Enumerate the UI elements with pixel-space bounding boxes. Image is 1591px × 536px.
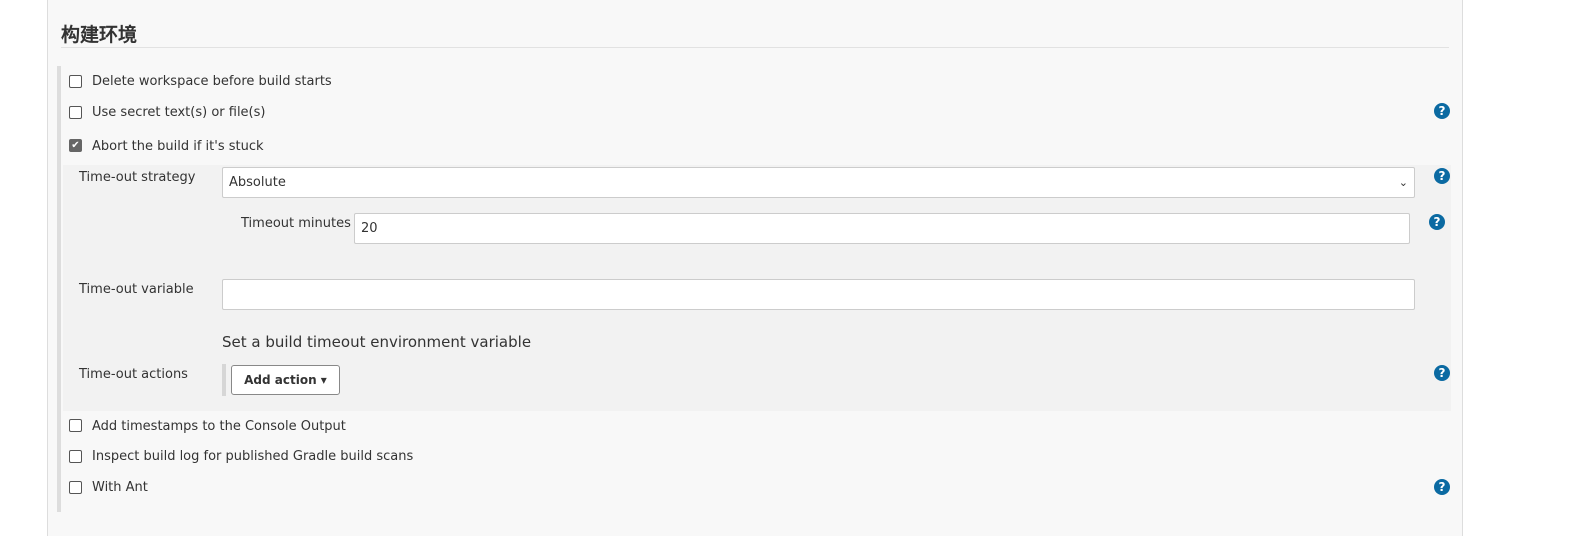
- secret-text-label[interactable]: Use secret text(s) or file(s): [92, 105, 265, 120]
- timeout-variable-description: Set a build timeout environment variable: [222, 333, 532, 351]
- help-icon[interactable]: ?: [1434, 168, 1450, 184]
- timeout-minutes-input[interactable]: 20: [354, 213, 1410, 244]
- with-ant-checkbox[interactable]: [69, 481, 82, 494]
- timeout-strategy-label: Time-out strategy: [79, 170, 196, 185]
- help-icon[interactable]: ?: [1434, 103, 1450, 119]
- timeout-minutes-label: Timeout minutes: [241, 216, 351, 231]
- add-action-button[interactable]: Add action ▾: [231, 365, 340, 395]
- delete-workspace-label[interactable]: Delete workspace before build starts: [92, 74, 332, 89]
- divider: [61, 47, 1449, 48]
- gradle-scans-checkbox[interactable]: [69, 450, 82, 463]
- help-icon[interactable]: ?: [1429, 214, 1445, 230]
- timeout-variable-input[interactable]: [222, 279, 1415, 310]
- timestamps-checkbox[interactable]: [69, 419, 82, 432]
- delete-workspace-checkbox[interactable]: [69, 75, 82, 88]
- abort-stuck-label[interactable]: Abort the build if it's stuck: [92, 139, 264, 154]
- with-ant-label[interactable]: With Ant: [92, 480, 148, 495]
- actions-bar: [222, 364, 226, 396]
- secret-text-checkbox[interactable]: [69, 106, 82, 119]
- chevron-down-icon: ⌄: [1398, 176, 1408, 189]
- help-icon[interactable]: ?: [1434, 365, 1450, 381]
- section-title: 构建环境: [61, 24, 138, 46]
- timeout-minutes-value: 20: [361, 221, 378, 236]
- timestamps-label[interactable]: Add timestamps to the Console Output: [92, 419, 346, 434]
- gradle-scans-label[interactable]: Inspect build log for published Gradle b…: [92, 449, 413, 464]
- timeout-strategy-select[interactable]: Absolute ⌄: [222, 167, 1415, 198]
- timeout-variable-label: Time-out variable: [79, 282, 194, 297]
- abort-stuck-checkbox[interactable]: ✔: [69, 139, 82, 152]
- timeout-actions-label: Time-out actions: [79, 367, 188, 382]
- section-bar: [57, 66, 61, 512]
- help-icon[interactable]: ?: [1434, 479, 1450, 495]
- timeout-strategy-value: Absolute: [229, 175, 286, 190]
